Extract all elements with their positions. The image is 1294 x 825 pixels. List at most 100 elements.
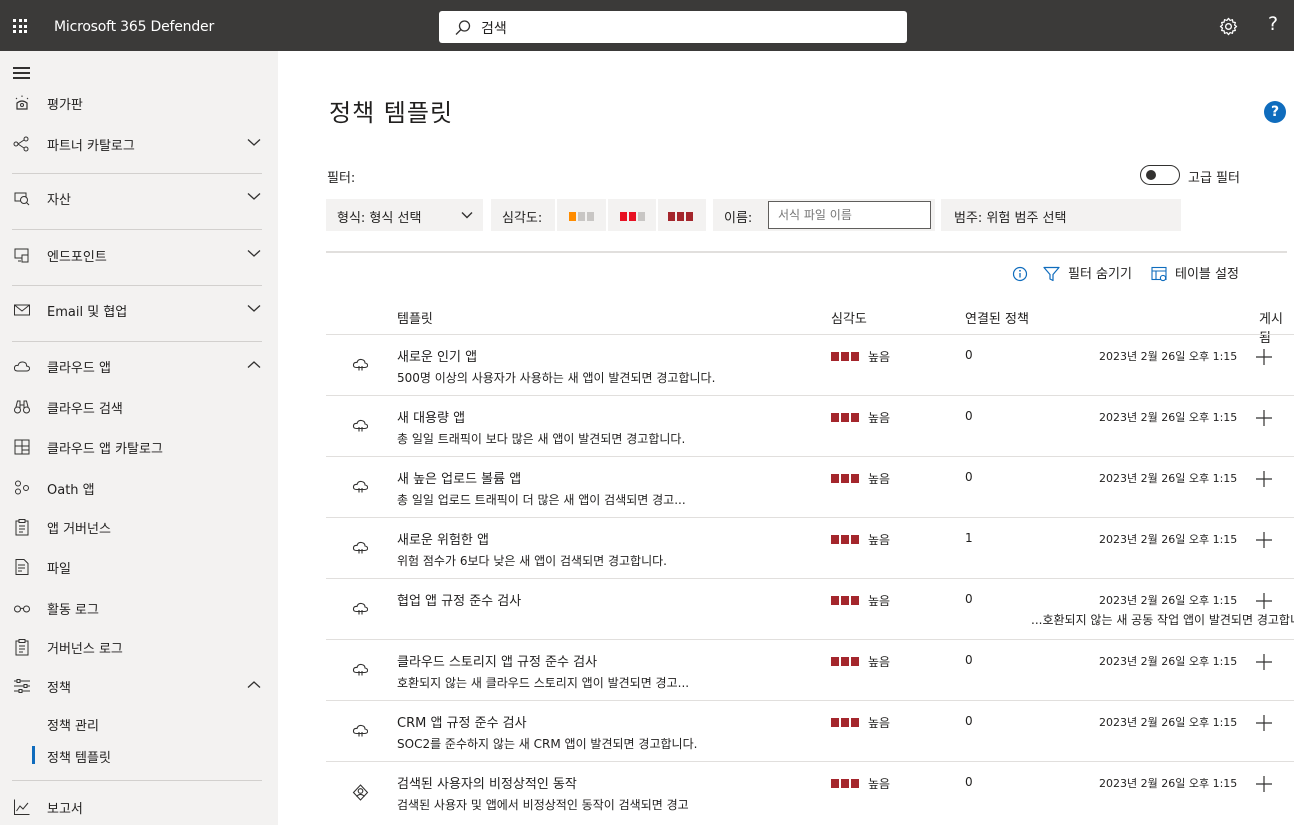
template-title[interactable]: 새로운 인기 앱 bbox=[397, 346, 477, 365]
template-title[interactable]: CRM 앱 규정 준수 검사 bbox=[397, 712, 527, 731]
sidebar-item-oauth-apps[interactable]: Oath 앱 bbox=[0, 473, 278, 503]
severity-bar bbox=[578, 212, 585, 221]
severity-text: 높음 bbox=[868, 655, 891, 669]
create-policy-plus-icon[interactable] bbox=[1255, 409, 1273, 431]
search-input[interactable]: 검색 bbox=[481, 18, 507, 38]
sidebar-subitem-policy-templates[interactable]: 정책 템플릿 bbox=[0, 743, 278, 769]
hamburger-icon[interactable] bbox=[13, 67, 30, 82]
table-row[interactable]: CRM 앱 규정 준수 검사 SOC2를 준수하지 않는 새 CRM 앱이 발견되… bbox=[326, 700, 1294, 761]
help-icon[interactable]: ? bbox=[1268, 13, 1278, 35]
severity-bar bbox=[638, 212, 645, 221]
table-row[interactable]: 클라우드 스토리지 앱 규정 준수 검사 호환되지 않는 새 클라우드 스토리지 … bbox=[326, 639, 1294, 700]
chevron-down-icon[interactable] bbox=[247, 249, 261, 258]
search-icon bbox=[455, 20, 471, 35]
table-row[interactable]: 새로운 위험한 앱 위험 점수가 6보다 낮은 새 앱이 검색되면 경고합니다. 높… bbox=[326, 517, 1294, 578]
sidebar-item-reports[interactable]: 보고서 bbox=[0, 792, 278, 822]
template-title[interactable]: 새 높은 업로드 볼륨 앱 bbox=[397, 468, 521, 487]
severity-bar bbox=[831, 596, 839, 605]
linked-policies-count[interactable]: 0 bbox=[965, 592, 973, 606]
template-description-overflow: ...호환되지 않는 새 공동 작업 앱이 발견되면 경고합니다. bbox=[1031, 613, 1294, 627]
category-filter-dropdown[interactable]: 범주: 위험 범주 선택 bbox=[941, 199, 1181, 231]
severity-text: 높음 bbox=[868, 472, 891, 486]
create-policy-plus-icon[interactable] bbox=[1255, 348, 1273, 370]
sidebar-item-files[interactable]: 파일 bbox=[0, 552, 278, 582]
sidebar-subitem-policy-management[interactable]: 정책 관리 bbox=[0, 711, 278, 737]
cloud-policy-icon bbox=[352, 662, 369, 681]
sidebar-item-label: 클라우드 앱 bbox=[47, 361, 111, 376]
severity-filter-label: 심각도: bbox=[502, 211, 543, 226]
sidebar-item-label: 평가판 bbox=[47, 98, 83, 113]
sidebar-item-policies[interactable]: 정책 bbox=[0, 671, 278, 701]
template-title[interactable]: 클라우드 스토리지 앱 규정 준수 검사 bbox=[397, 651, 597, 670]
severity-bars bbox=[831, 716, 861, 731]
table-row[interactable]: 협업 앱 규정 준수 검사 높음 0 2023년 2월 26일 오후 1:15 ...호… bbox=[326, 578, 1294, 639]
page-title: 정책 템플릿 bbox=[329, 99, 454, 127]
template-title[interactable]: 검색된 사용자의 비정상적인 동작 bbox=[397, 773, 577, 792]
linked-policies-count[interactable]: 0 bbox=[965, 714, 973, 728]
linked-policies-count[interactable]: 0 bbox=[965, 470, 973, 484]
sidebar-item-activity-log[interactable]: 활동 로그 bbox=[0, 593, 278, 623]
sidebar-item-governance-log[interactable]: 거버넌스 로그 bbox=[0, 632, 278, 662]
create-policy-plus-icon[interactable] bbox=[1255, 775, 1273, 797]
table-row[interactable]: 새로운 인기 앱 500명 이상의 사용자가 사용하는 새 앱이 발견되면 경고합… bbox=[326, 334, 1294, 395]
cloud-icon bbox=[13, 361, 31, 372]
linked-policies-count[interactable]: 0 bbox=[965, 409, 973, 423]
linked-policies-count[interactable]: 0 bbox=[965, 775, 973, 789]
table-row[interactable]: 새 대용량 앱총 일일 트래픽이 보다 많은 새 앱이 발견되면 경고합니다. 높… bbox=[326, 395, 1294, 456]
severity-high-button[interactable] bbox=[656, 199, 704, 231]
template-title[interactable]: 새로운 위험한 앱 bbox=[397, 529, 489, 548]
chevron-up-icon[interactable] bbox=[247, 680, 261, 689]
severity-bars bbox=[831, 655, 861, 670]
help-icon[interactable]: ? bbox=[1264, 101, 1286, 123]
column-header-template[interactable]: 템플릿 bbox=[397, 308, 433, 327]
sidebar-item-label: 앱 거버넌스 bbox=[47, 522, 111, 537]
advanced-filter-toggle[interactable] bbox=[1140, 165, 1180, 185]
chevron-down-icon[interactable] bbox=[247, 192, 261, 201]
info-icon[interactable] bbox=[1012, 266, 1028, 282]
table-row[interactable]: 새 높은 업로드 볼륨 앱총 일일 업로드 트래픽이 더 많은 새 앱이 검색되… bbox=[326, 456, 1294, 517]
severity-text: 높음 bbox=[868, 594, 891, 608]
column-header-severity[interactable]: 심각도 bbox=[831, 308, 867, 327]
sidebar-item-assets[interactable]: 자산 bbox=[0, 183, 278, 213]
chevron-up-icon[interactable] bbox=[247, 360, 261, 369]
linked-policies-count[interactable]: 0 bbox=[965, 653, 973, 667]
advanced-filter-label: 고급 필터 bbox=[1188, 171, 1240, 186]
create-policy-plus-icon[interactable] bbox=[1255, 531, 1273, 553]
template-title[interactable]: 협업 앱 규정 준수 검사 bbox=[397, 590, 521, 609]
sidebar-item-email[interactable]: Email 및 협업 bbox=[0, 295, 278, 325]
template-title[interactable]: 새 대용량 앱 bbox=[397, 407, 465, 426]
hide-filters-button[interactable]: 필터 숨기기 bbox=[1068, 263, 1132, 282]
sidebar-item-partner-catalog[interactable]: 파트너 카탈로그 bbox=[0, 129, 278, 159]
severity-low-button[interactable] bbox=[555, 199, 603, 231]
column-header-linked-policies[interactable]: 연결된 정책 bbox=[965, 308, 1029, 327]
type-filter-dropdown[interactable]: 형식: 형식 선택 bbox=[326, 199, 483, 231]
filter-icon[interactable] bbox=[1043, 266, 1060, 282]
selected-indicator bbox=[32, 746, 35, 764]
mail-icon bbox=[14, 304, 30, 316]
create-policy-plus-icon[interactable] bbox=[1255, 470, 1273, 492]
table-settings-icon[interactable] bbox=[1151, 266, 1168, 282]
severity-text: 높음 bbox=[868, 777, 891, 791]
table-settings-button[interactable]: 테이블 설정 bbox=[1175, 263, 1239, 282]
sidebar-item-trial[interactable]: 평가판 bbox=[0, 88, 278, 118]
sidebar-item-endpoints[interactable]: 엔드포인트 bbox=[0, 240, 278, 270]
create-policy-plus-icon[interactable] bbox=[1255, 653, 1273, 675]
linked-policies-count[interactable]: 0 bbox=[965, 348, 973, 362]
severity-medium-button[interactable] bbox=[606, 199, 654, 231]
sidebar-item-cloud-app-catalog[interactable]: 클라우드 앱 카탈로그 bbox=[0, 432, 278, 462]
sidebar-item-app-governance[interactable]: 앱 거버넌스 bbox=[0, 512, 278, 542]
chevron-down-icon[interactable] bbox=[247, 304, 261, 313]
linked-policies-count[interactable]: 1 bbox=[965, 531, 973, 545]
report-icon bbox=[14, 799, 30, 815]
sidebar-item-cloud-apps[interactable]: 클라우드 앱 bbox=[0, 351, 278, 381]
waffle-icon[interactable] bbox=[13, 19, 27, 33]
search-box[interactable]: 검색 bbox=[439, 11, 907, 43]
name-filter-input[interactable] bbox=[768, 201, 931, 229]
app-title[interactable]: Microsoft 365 Defender bbox=[54, 19, 214, 35]
sidebar-item-cloud-discovery[interactable]: 클라우드 검색 bbox=[0, 392, 278, 422]
create-policy-plus-icon[interactable] bbox=[1255, 714, 1273, 736]
endpoint-icon bbox=[14, 248, 29, 263]
gear-icon[interactable] bbox=[1219, 17, 1238, 36]
table-row[interactable]: 검색된 사용자의 비정상적인 동작 검색된 사용자 및 앱에서 비정상적인 동작이… bbox=[326, 761, 1294, 822]
chevron-down-icon[interactable] bbox=[247, 138, 261, 147]
